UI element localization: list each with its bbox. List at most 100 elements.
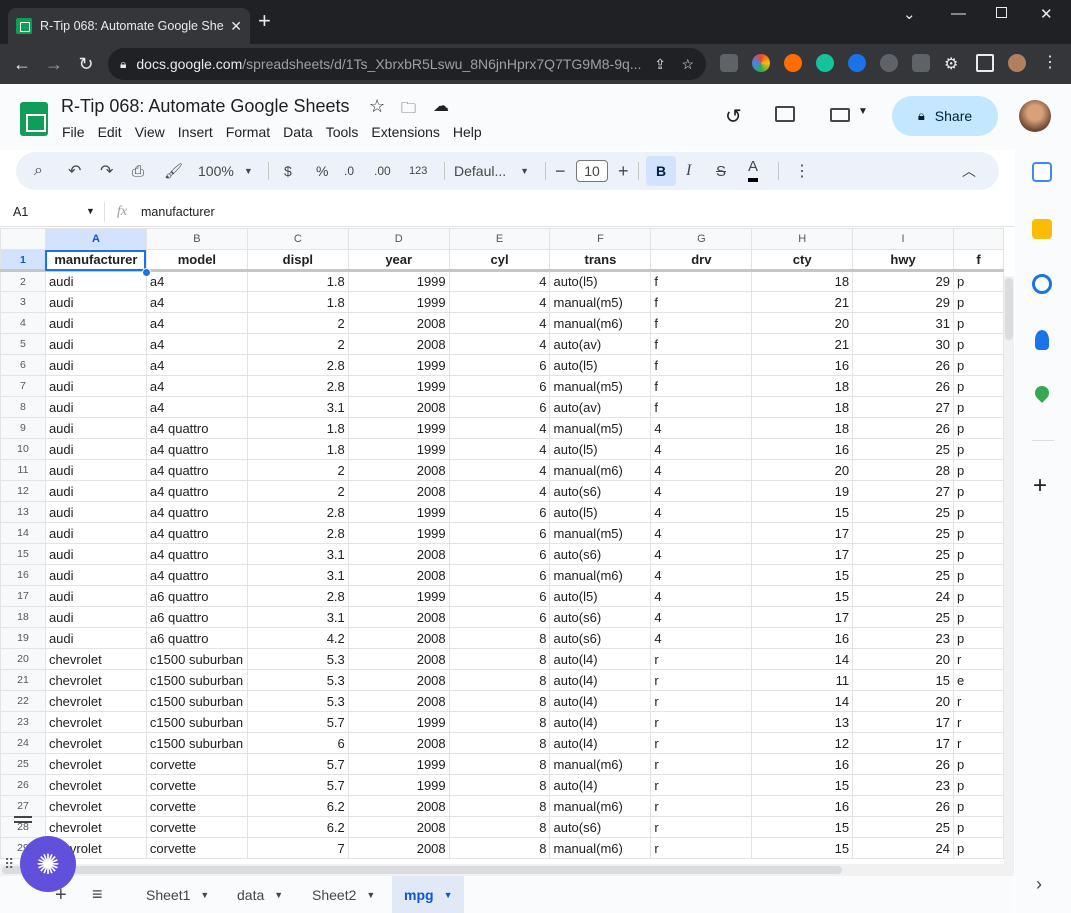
cell[interactable]: chevrolet	[44, 732, 147, 754]
row-number[interactable]: 27	[0, 795, 46, 817]
vertical-scrollbar[interactable]	[1004, 276, 1014, 864]
cell[interactable]: 2008	[347, 669, 450, 691]
cell[interactable]: auto(av)	[549, 396, 652, 418]
new-tab-icon[interactable]: +	[258, 10, 271, 32]
cell[interactable]: audi	[44, 585, 147, 607]
cell[interactable]: a4 quattro	[145, 522, 248, 544]
row-number[interactable]: 19	[0, 627, 46, 649]
cell[interactable]: 1999	[347, 711, 450, 733]
cell[interactable]: p	[952, 837, 1004, 859]
minimize-icon[interactable]: —	[951, 5, 966, 22]
cell[interactable]: r	[650, 774, 753, 796]
zoom-select[interactable]: 100% ▼	[198, 152, 253, 190]
cell[interactable]: auto(l5)	[549, 438, 652, 460]
cell[interactable]: audi	[44, 354, 147, 376]
cell[interactable]: r	[952, 711, 1004, 733]
row-number[interactable]: 20	[0, 648, 46, 670]
column-header[interactable]	[952, 228, 1004, 250]
row-number[interactable]: 23	[0, 711, 46, 733]
cell[interactable]: 8	[448, 837, 551, 859]
horizontal-scrollbar[interactable]	[0, 864, 1014, 876]
cell[interactable]: manual(m6)	[549, 753, 652, 775]
cell[interactable]: corvette	[145, 795, 248, 817]
cell[interactable]: 25	[852, 522, 954, 544]
cell[interactable]: p	[952, 375, 1004, 397]
cell[interactable]: chevrolet	[44, 711, 147, 733]
row-number[interactable]: 22	[0, 690, 46, 712]
row-number[interactable]: 5	[0, 333, 46, 355]
cell[interactable]: model	[145, 249, 248, 272]
row-number[interactable]: 7	[0, 375, 46, 397]
cell[interactable]: 2.8	[246, 354, 349, 376]
cell[interactable]: auto(av)	[549, 333, 652, 355]
cell[interactable]: corvette	[145, 816, 248, 838]
menu-help[interactable]: Help	[453, 124, 482, 140]
cell[interactable]: p	[952, 816, 1004, 838]
cell[interactable]: 16	[751, 753, 854, 775]
cell[interactable]: 13	[751, 711, 854, 733]
cell[interactable]: 2008	[347, 606, 450, 628]
scroll-thumb[interactable]	[1005, 278, 1013, 340]
cell[interactable]: 18	[751, 375, 854, 397]
cell[interactable]: a4	[145, 312, 248, 334]
cell[interactable]: 2	[246, 312, 349, 334]
cell[interactable]: 4	[448, 438, 551, 460]
cell[interactable]: manual(m6)	[549, 312, 652, 334]
cell[interactable]: p	[952, 333, 1004, 355]
cell[interactable]: manual(m5)	[549, 417, 652, 439]
cell[interactable]: auto(l4)	[549, 648, 652, 670]
cell[interactable]: 31	[852, 312, 954, 334]
increase-decimal-button[interactable]: .00	[374, 152, 391, 190]
cell[interactable]: 29	[852, 270, 954, 292]
extensions-puzzle-icon[interactable]: ⚙	[944, 54, 962, 73]
cell[interactable]: 21	[751, 333, 854, 355]
cell[interactable]: 26	[852, 354, 954, 376]
url-field[interactable]: 🔒︎ docs.google.com /spreadsheets/d/1Ts_X…	[108, 48, 706, 80]
cell[interactable]: p	[952, 564, 1004, 586]
cell[interactable]: 6	[448, 543, 551, 565]
extension-m-icon[interactable]	[912, 54, 930, 72]
cell[interactable]: 4	[448, 312, 551, 334]
menu-format[interactable]: Format	[226, 124, 270, 140]
avatar[interactable]	[1019, 100, 1051, 132]
row-number[interactable]: 8	[0, 396, 46, 418]
cell[interactable]: 8	[448, 669, 551, 691]
cell[interactable]: 8	[448, 711, 551, 733]
cell[interactable]: 2008	[347, 795, 450, 817]
row-number[interactable]: 3	[0, 291, 46, 313]
reload-icon[interactable]: ↻	[70, 54, 102, 75]
cell[interactable]: f	[650, 291, 753, 313]
cell[interactable]: audi	[44, 459, 147, 481]
cell[interactable]: manual(m6)	[549, 837, 652, 859]
cell[interactable]: 2008	[347, 480, 450, 502]
row-number[interactable]: 13	[0, 501, 46, 523]
cell[interactable]: r	[952, 648, 1004, 670]
menu-data[interactable]: Data	[283, 124, 313, 140]
cell[interactable]: 15	[751, 501, 854, 523]
version-history-icon[interactable]: ↺	[725, 104, 742, 129]
cell[interactable]: a4	[145, 354, 248, 376]
cell[interactable]: 5.7	[246, 711, 349, 733]
cell[interactable]: 4.2	[246, 627, 349, 649]
cell[interactable]: a4 quattro	[145, 564, 248, 586]
cell[interactable]: 8	[448, 774, 551, 796]
extension-blue-icon[interactable]	[848, 54, 866, 72]
menu-extensions[interactable]: Extensions	[371, 124, 439, 140]
forward-icon[interactable]: →	[38, 54, 70, 75]
cell[interactable]: p	[952, 438, 1004, 460]
decrease-font-size-button[interactable]: −	[555, 152, 566, 190]
cell[interactable]: a4	[145, 396, 248, 418]
cell[interactable]: 25	[852, 501, 954, 523]
cell[interactable]: 25	[852, 816, 954, 838]
cell[interactable]: 26	[852, 795, 954, 817]
cell[interactable]: 1.8	[246, 270, 349, 292]
cell[interactable]: 21	[751, 291, 854, 313]
cell[interactable]: audi	[44, 333, 147, 355]
cell[interactable]: p	[952, 354, 1004, 376]
share-button[interactable]: 🔒︎ Share	[892, 96, 998, 136]
cell[interactable]: 8	[448, 795, 551, 817]
chevron-down-icon[interactable]: ▼	[86, 206, 95, 216]
cell[interactable]: 6	[448, 585, 551, 607]
cell[interactable]: p	[952, 795, 1004, 817]
cell[interactable]: c1500 suburban	[145, 732, 248, 754]
